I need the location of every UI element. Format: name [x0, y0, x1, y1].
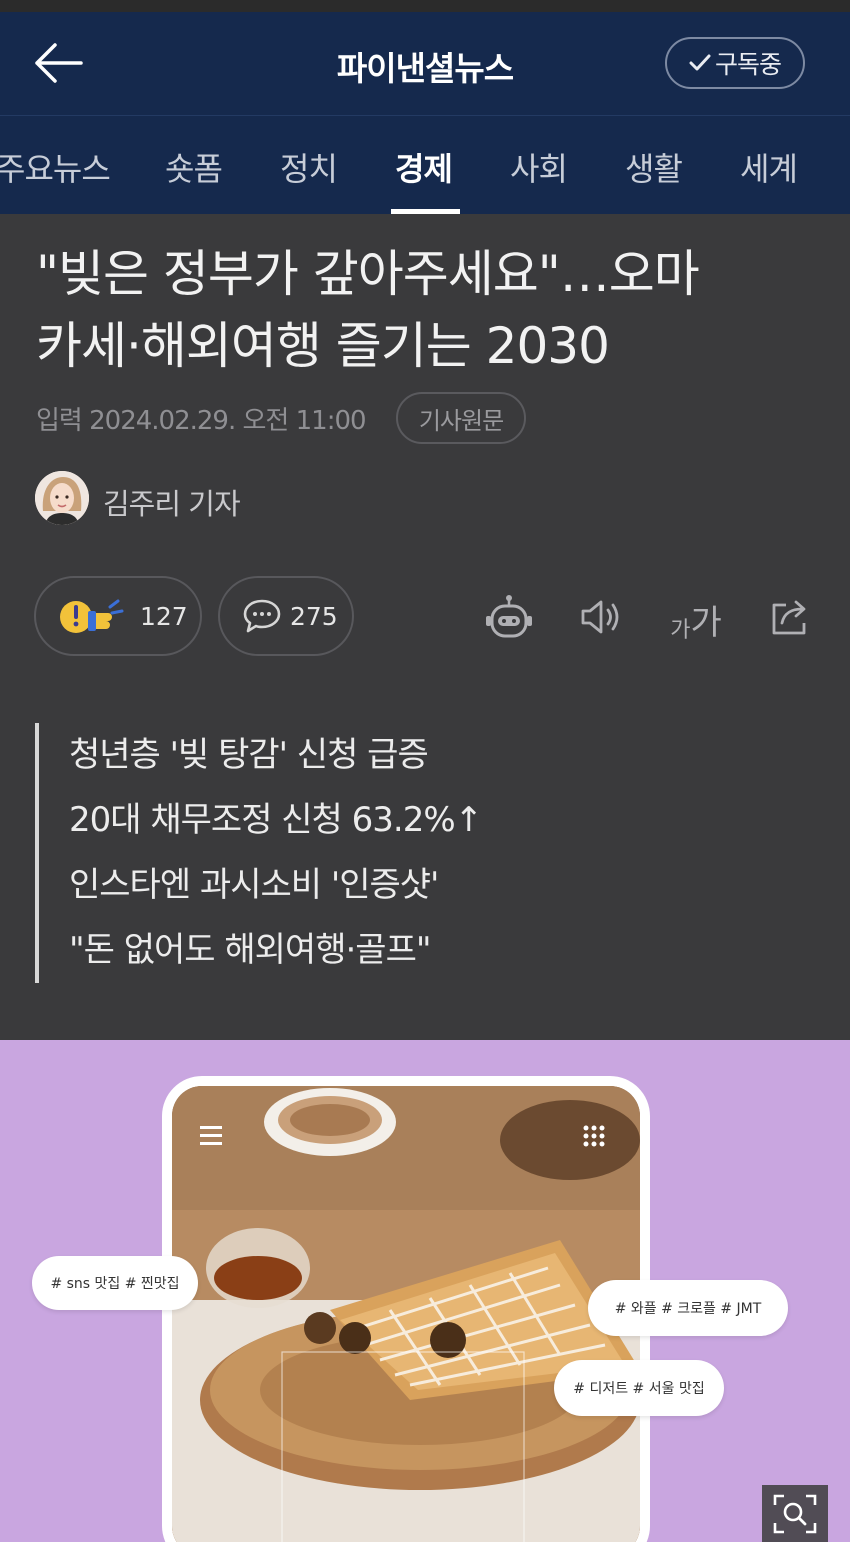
tab-politics[interactable]: 정치	[280, 144, 338, 190]
section-tabs: 주요뉴스 숏폼 정치 경제 사회 생활 세계	[0, 115, 850, 214]
article-image[interactable]: # sns 맛집 # 찐맛집 # 와플 # 크로플 # JMT # 디저트 # …	[0, 1040, 850, 1542]
tab-world[interactable]: 세계	[740, 144, 798, 190]
font-size-small-label: 가	[670, 618, 691, 643]
summary-line: 인스타엔 과시소비 '인증샷'	[69, 865, 439, 905]
summary-line: 청년층 '빚 탕감' 신청 급증	[69, 735, 429, 775]
tab-life[interactable]: 생활	[625, 144, 683, 190]
comment-count: 275	[290, 601, 338, 631]
reporter-avatar[interactable]	[35, 471, 89, 525]
publish-date: 입력 2024.02.29. 오전 11:00	[36, 406, 367, 436]
subscribe-button[interactable]: 구독중	[665, 37, 805, 89]
reporter-photo-icon	[35, 471, 89, 525]
font-size-button[interactable]: 가 가	[668, 590, 724, 644]
tab-society[interactable]: 사회	[510, 144, 568, 190]
zoom-magnifier-icon	[773, 1494, 817, 1533]
summary-line: "돈 없어도 해외여행·골프"	[69, 930, 432, 970]
share-icon	[772, 600, 806, 635]
comment-bubble-icon	[243, 599, 281, 633]
robot-icon	[486, 595, 532, 638]
tab-main-news[interactable]: 주요뉴스	[0, 144, 111, 190]
hashtag-bubble: # sns 맛집 # 찐맛집	[32, 1256, 198, 1310]
hashtag-bubble: # 와플 # 크로플 # JMT	[588, 1280, 788, 1336]
hashtag-bubble: # 디저트 # 서울 맛집	[554, 1360, 724, 1416]
tab-shortform[interactable]: 숏폼	[165, 144, 223, 190]
article-headline: "빚은 정부가 갚아주세요"…오마 카세·해외여행 즐기는 2030	[36, 238, 826, 382]
active-tab-indicator	[391, 209, 460, 214]
reaction-count: 127	[140, 601, 188, 631]
status-bar	[0, 0, 850, 12]
reaction-emoji-icon	[60, 599, 124, 633]
headline-line-1: "빚은 정부가 갚아주세요"…오마	[36, 245, 700, 303]
summary-bot-button[interactable]	[482, 590, 536, 644]
share-button[interactable]	[766, 590, 814, 644]
checkmark-icon	[689, 54, 711, 71]
tts-button[interactable]	[578, 590, 624, 644]
original-article-button[interactable]: 기사원문	[396, 392, 526, 444]
tab-economy[interactable]: 경제	[395, 144, 453, 190]
reaction-button[interactable]: 127	[34, 576, 202, 656]
font-size-big-label: 가	[690, 603, 722, 643]
subscribe-label: 구독중	[714, 50, 782, 79]
headline-line-2: 카세·해외여행 즐기는 2030	[36, 317, 610, 375]
image-zoom-button[interactable]	[762, 1485, 828, 1542]
reporter-name[interactable]: 김주리 기자	[103, 481, 241, 523]
summary-line: 20대 채무조정 신청 63.2%↑	[69, 800, 483, 840]
speaker-icon	[581, 600, 619, 634]
comment-button[interactable]: 275	[218, 576, 354, 656]
app-header: 파이낸셜뉴스 구독중	[0, 12, 850, 115]
article-summary: 청년층 '빚 탕감' 신청 급증 20대 채무조정 신청 63.2%↑ 인스타엔…	[35, 723, 735, 983]
